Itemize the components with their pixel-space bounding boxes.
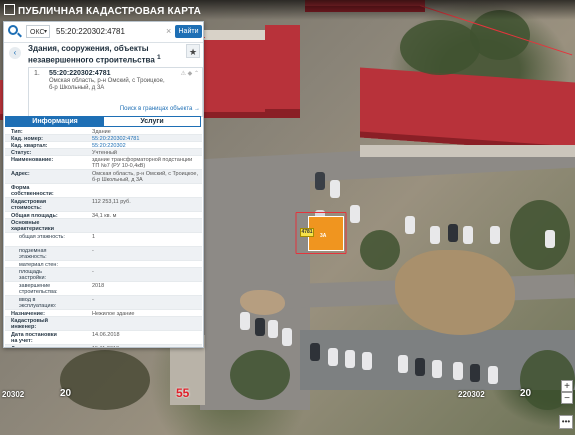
marker-label: 3А bbox=[320, 233, 327, 239]
search-icon[interactable] bbox=[8, 25, 18, 35]
result-cadastral-id[interactable]: 55:20:220302:4781 bbox=[49, 70, 111, 77]
row-key: общая этажность: bbox=[19, 234, 65, 240]
table-row: Общая площадь: 34,1 кв. м bbox=[5, 212, 202, 219]
row-value: 2018 bbox=[92, 283, 105, 289]
table-row: Назначение: Нежилое здание bbox=[5, 310, 202, 317]
clear-search-icon[interactable]: × bbox=[166, 25, 171, 38]
info-panel: ОКС ▾ 55:20:220302:4781 × Найти ‹ Здания,… bbox=[3, 21, 204, 348]
map-label-right-num: 20 bbox=[520, 388, 532, 399]
zoom-in-button[interactable]: + bbox=[561, 380, 573, 392]
result-card[interactable]: 1. 55:20:220302:4781 ⚠ ◆ ⌃ Омская област… bbox=[28, 67, 203, 117]
card-action-icons[interactable]: ⚠ ◆ ⌃ bbox=[181, 70, 199, 77]
tab-services[interactable]: Услуги bbox=[104, 117, 200, 126]
back-icon[interactable]: ‹ bbox=[9, 47, 21, 59]
row-key: Кадастровый инженер: bbox=[11, 318, 48, 330]
row-key: Дата постановки на учет: bbox=[11, 332, 57, 344]
row-key: ввод в эксплуатацию: bbox=[19, 297, 57, 309]
table-row: Кадастровый инженер: bbox=[5, 317, 202, 331]
table-row: Адрес: Омская область, р-н Омский, с Трои… bbox=[5, 170, 202, 184]
app-header: ПУБЛИЧНАЯ КАДАСТРОВАЯ КАРТА bbox=[0, 0, 575, 20]
table-row: площадь застройки: - bbox=[5, 268, 202, 282]
row-key: Адрес: bbox=[11, 171, 30, 177]
row-value: 15.11.2018 bbox=[92, 346, 198, 347]
search-within-object-link[interactable]: Поиск в границах объекта → bbox=[120, 106, 200, 112]
table-row: Кад. номер: 55:20:220302:4781 bbox=[5, 135, 202, 142]
table-row: Форма собственности: bbox=[5, 184, 202, 198]
row-key: завершение строительства: bbox=[19, 283, 58, 295]
table-row: Статус: Учтенный bbox=[5, 149, 202, 156]
object-type-select[interactable]: ОКС ▾ bbox=[26, 25, 50, 38]
attributes-table: Тип: Здание Кад. номер: 55:20:220302:4781 Ка… bbox=[5, 128, 202, 347]
map-label-center-num: 55 bbox=[176, 386, 190, 400]
more-options-button[interactable]: ••• bbox=[559, 415, 573, 429]
row-value: 1 bbox=[92, 234, 96, 240]
map-label-left-edge: 20302 bbox=[2, 390, 25, 399]
tab-information[interactable]: Информация bbox=[6, 117, 104, 126]
app-title: ПУБЛИЧНАЯ КАДАСТРОВАЯ КАРТА bbox=[4, 4, 201, 17]
search-bar: ОКС ▾ 55:20:220302:4781 × Найти bbox=[4, 22, 203, 43]
row-value: - bbox=[92, 269, 94, 275]
table-row: материал стен: bbox=[5, 261, 202, 268]
table-row: Основные характеристики bbox=[5, 219, 202, 233]
row-key: Основные характеристики bbox=[11, 220, 55, 232]
favorite-star-icon[interactable]: ★ bbox=[186, 44, 200, 58]
row-key: Дата изменения сведений в ГКН: bbox=[11, 346, 61, 347]
table-row: Дата изменения сведений в ГКН: 15.11.2018 bbox=[5, 345, 202, 347]
row-value: - bbox=[92, 297, 94, 303]
table-row: завершение строительства: 2018 bbox=[5, 282, 202, 296]
table-row: Тип: Здание bbox=[5, 128, 202, 135]
row-key: Наименование: bbox=[11, 157, 54, 163]
map-label-right-code: 220302 bbox=[458, 390, 485, 399]
row-value: 112 253,11 руб. bbox=[92, 199, 131, 205]
row-value: - bbox=[92, 248, 94, 254]
info-tabs: Информация Услуги bbox=[5, 116, 201, 127]
row-value: 14.06.2018 bbox=[92, 332, 120, 338]
row-key: Форма собственности: bbox=[11, 185, 54, 197]
row-value: Омская область, р-н Омский, с Троицкое, … bbox=[92, 171, 198, 183]
row-key: Кадастровая стоимость: bbox=[11, 199, 47, 211]
table-row: общая этажность: 1 bbox=[5, 233, 202, 247]
marker-tag[interactable]: 4781 bbox=[300, 228, 314, 237]
table-row: Кадастровая стоимость: 112 253,11 руб. bbox=[5, 198, 202, 212]
row-key: площадь застройки: bbox=[19, 269, 47, 281]
search-input[interactable]: 55:20:220302:4781 bbox=[56, 25, 164, 38]
result-number: 1. bbox=[34, 70, 40, 77]
result-count: 1 bbox=[157, 54, 161, 61]
result-address: Омская область, р-н Омский, с Троицкое, … bbox=[49, 78, 165, 91]
row-key: подземная этажность: bbox=[19, 248, 47, 260]
find-button[interactable]: Найти bbox=[175, 25, 202, 38]
table-row: подземная этажность: - bbox=[5, 247, 202, 261]
table-row: Наименование: здание трансформаторной под… bbox=[5, 156, 202, 170]
zoom-out-button[interactable]: − bbox=[561, 392, 573, 404]
row-value: здание трансформаторной подстанции ТП №7… bbox=[92, 157, 193, 169]
map-logo-icon bbox=[4, 4, 15, 15]
object-category-title: Здания, сооружения, объекты незавершенно… bbox=[28, 44, 161, 65]
table-row: Кад. квартал: 55:20:220302 bbox=[5, 142, 202, 149]
table-row: Дата постановки на учет: 14.06.2018 bbox=[5, 331, 202, 345]
chevron-down-icon: ▾ bbox=[43, 29, 47, 35]
table-row: ввод в эксплуатацию: - bbox=[5, 296, 202, 310]
map-label-left-num: 20 bbox=[60, 388, 72, 399]
